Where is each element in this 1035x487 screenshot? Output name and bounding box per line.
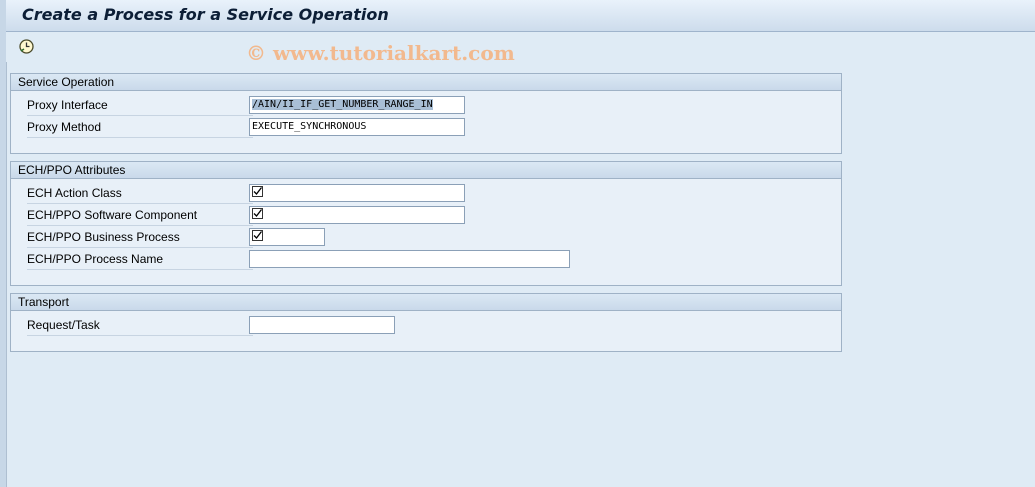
- title-bar: Create a Process for a Service Operation: [6, 0, 1035, 32]
- label-request-task: Request/Task: [27, 318, 253, 336]
- ech-action-class-field[interactable]: [249, 184, 465, 202]
- label-business-process: ECH/PPO Business Process: [27, 230, 253, 248]
- label-software-component: ECH/PPO Software Component: [27, 208, 253, 226]
- label-proxy-method: Proxy Method: [27, 120, 253, 138]
- proxy-interface-value: /AIN/II_IF_GET_NUMBER_RANGE_IN: [252, 99, 433, 110]
- group-transport: Transport Request/Task: [10, 293, 842, 352]
- required-check-icon: [252, 230, 263, 241]
- proxy-method-field[interactable]: EXECUTE_SYNCHRONOUS: [249, 118, 465, 136]
- page-title: Create a Process for a Service Operation: [22, 5, 389, 24]
- label-proxy-interface: Proxy Interface: [27, 98, 253, 116]
- left-frame-edge: [0, 0, 7, 487]
- group-header-ech-ppo: ECH/PPO Attributes: [11, 162, 841, 179]
- group-service-operation: Service Operation Proxy Interface /AIN/I…: [10, 73, 842, 154]
- group-header-service-operation: Service Operation: [11, 74, 841, 91]
- label-ech-action-class: ECH Action Class: [27, 186, 253, 204]
- application-toolbar: [6, 32, 1035, 62]
- software-component-field[interactable]: [249, 206, 465, 224]
- process-name-field[interactable]: [249, 250, 570, 268]
- group-ech-ppo-attributes: ECH/PPO Attributes ECH Action Class ECH/…: [10, 161, 842, 286]
- business-process-field[interactable]: [249, 228, 325, 246]
- group-header-transport: Transport: [11, 294, 841, 311]
- label-process-name: ECH/PPO Process Name: [27, 252, 253, 270]
- execute-clock-icon[interactable]: [18, 38, 35, 55]
- required-check-icon: [252, 186, 263, 197]
- required-check-icon: [252, 208, 263, 219]
- request-task-field[interactable]: [249, 316, 395, 334]
- proxy-method-value: EXECUTE_SYNCHRONOUS: [252, 121, 367, 132]
- proxy-interface-field[interactable]: /AIN/II_IF_GET_NUMBER_RANGE_IN: [249, 96, 465, 114]
